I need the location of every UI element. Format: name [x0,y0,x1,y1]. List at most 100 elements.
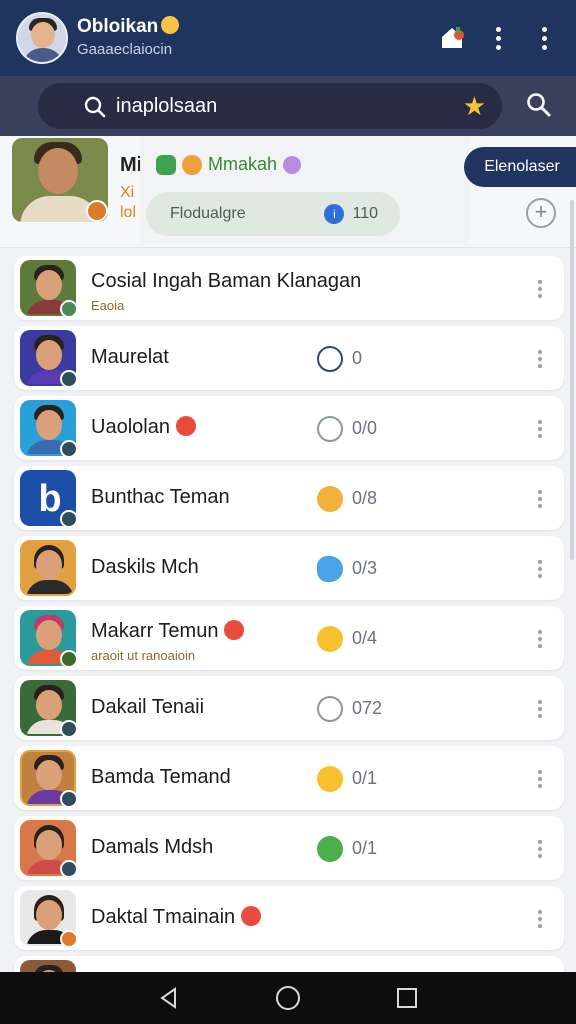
contact-count: 0/4 [352,628,378,648]
list-item[interactable]: Cosial Ingah Baman Klanagan Eaoia [14,256,564,320]
more-vertical-icon[interactable] [538,910,542,928]
smile-emoji-icon [317,766,343,792]
list-item[interactable]: Dakail Tenaii 072 [14,676,564,740]
contact-avatar [20,960,76,972]
contact-name: Damals Mdsh [91,836,214,858]
orange-face-icon [182,154,202,175]
profile-line1: Xi [120,184,135,201]
status-badge [60,860,78,878]
clock-grey-icon [317,696,343,722]
list-item[interactable]: Makarr Temun araoit ut ranoaioin 0/4 [14,606,564,670]
recents-icon[interactable] [387,978,427,1018]
contact-count: 0/1 [352,768,378,788]
smile-emoji-icon [161,16,180,34]
scrollbar[interactable] [570,200,574,560]
list-item[interactable]: Uaololan 0/0 [14,396,564,460]
contact-list: Cosial Ingah Baman Klanagan Eaoia Maurel… [0,248,576,972]
status-badge [60,650,78,668]
back-icon[interactable] [149,978,189,1018]
info-pill[interactable]: Flodualgre i 110 [146,192,400,236]
search-button-icon[interactable] [526,92,552,118]
avatar-body [22,48,64,62]
app-header: Obloikan Gaaaeclaiocin [0,0,576,76]
more-vertical-icon[interactable] [538,700,542,718]
more-vertical-icon[interactable] [538,350,542,368]
profile-card: Mi Xi lol Mmakah Flodualgre i 110 Elenol… [0,136,576,248]
contact-count: 0/1 [352,838,378,858]
cta-button[interactable]: Elenolaser [464,147,576,187]
profile-line2: lol [120,204,137,221]
contact-count: 0/3 [352,558,378,578]
status-badge [60,510,78,528]
star-icon[interactable]: ★ [463,93,486,119]
list-item[interactable] [14,956,564,972]
contact-name: Cosial Ingah Baman Klanagan [91,270,362,292]
list-item[interactable]: Daskils Mch 0/3 [14,536,564,600]
clock-grey-icon [317,416,343,442]
clock-outline-icon [317,346,343,372]
photo-face [38,148,78,194]
status-badge [60,370,78,388]
app-root: Obloikan Gaaaeclaiocin inaplolsaan ★ Mi [0,0,576,1024]
system-nav-bar [0,972,576,1024]
header-titles: Obloikan Gaaaeclaiocin [77,16,424,60]
tag-title-text: Mmakah [208,154,278,174]
more-vertical-icon[interactable] [538,770,542,788]
heart-emoji-icon [224,620,245,640]
search-input[interactable]: inaplolsaan ★ [38,83,502,129]
more-vertical-icon[interactable] [538,420,542,438]
contact-count: 0/0 [352,418,378,438]
contact-subtitle: Eaoia [91,298,125,313]
add-icon[interactable]: + [526,198,556,228]
home-icon[interactable] [268,978,308,1018]
contact-name: Uaololan [91,416,196,439]
home-badge-icon[interactable] [434,20,470,56]
contact-name-text: Uaololan [91,416,170,438]
contact-name: Makarr Temun [91,620,245,643]
more-vertical-icon[interactable] [538,560,542,578]
info-icon: i [324,204,345,224]
more-vertical-icon[interactable] [538,490,542,508]
search-query: inaplolsaan [116,94,218,117]
dots [541,26,547,50]
smile-emoji-icon [317,626,343,652]
status-badge [60,440,78,458]
contact-name: Daskils Mch [91,556,199,578]
contact-name: Bamda Temand [91,766,231,788]
contact-name-text: Daktal Tmainain [91,906,236,928]
tag-title: Mmakah [156,154,302,175]
app-title: Obloikan [77,16,424,38]
contact-name: Daktal Tmainain [91,906,262,929]
status-badge [60,930,78,948]
green-house-icon [156,154,176,175]
list-item[interactable]: Damals Mdsh 0/1 [14,816,564,880]
bird-icon [317,556,343,582]
more-vertical-icon[interactable] [480,20,516,56]
user-avatar[interactable] [16,12,68,64]
contact-avatar [20,540,76,596]
overflow-menu-icon[interactable] [526,20,562,56]
profile-name: Mi [120,154,143,176]
home-badge-svg [442,27,464,48]
profile-badge-icon [86,200,108,222]
search-bar-region: inaplolsaan ★ [0,76,576,136]
contact-name: Bunthac Teman [91,486,230,508]
list-item[interactable]: Maurelat 0 [14,326,564,390]
search-icon [84,96,106,118]
more-vertical-icon[interactable] [538,840,542,858]
status-badge [60,720,78,738]
contact-name: Dakail Tenaii [91,696,205,718]
more-vertical-icon[interactable] [538,280,542,298]
list-item[interactable]: Bamda Temand 0/1 [14,746,564,810]
list-item[interactable]: Daktal Tmainain [14,886,564,950]
dots [495,26,501,50]
more-vertical-icon[interactable] [538,630,542,648]
status-badge [60,790,78,808]
list-item[interactable]: b Bunthac Teman 0/8 [14,466,564,530]
heart-emoji-icon [175,416,196,436]
leaf-icon [317,836,343,862]
avatar-face [31,22,55,48]
contact-count: 0/8 [352,488,378,508]
purple-flower-icon [283,155,302,174]
contact-subtitle: araoit ut ranoaioin [91,648,196,663]
